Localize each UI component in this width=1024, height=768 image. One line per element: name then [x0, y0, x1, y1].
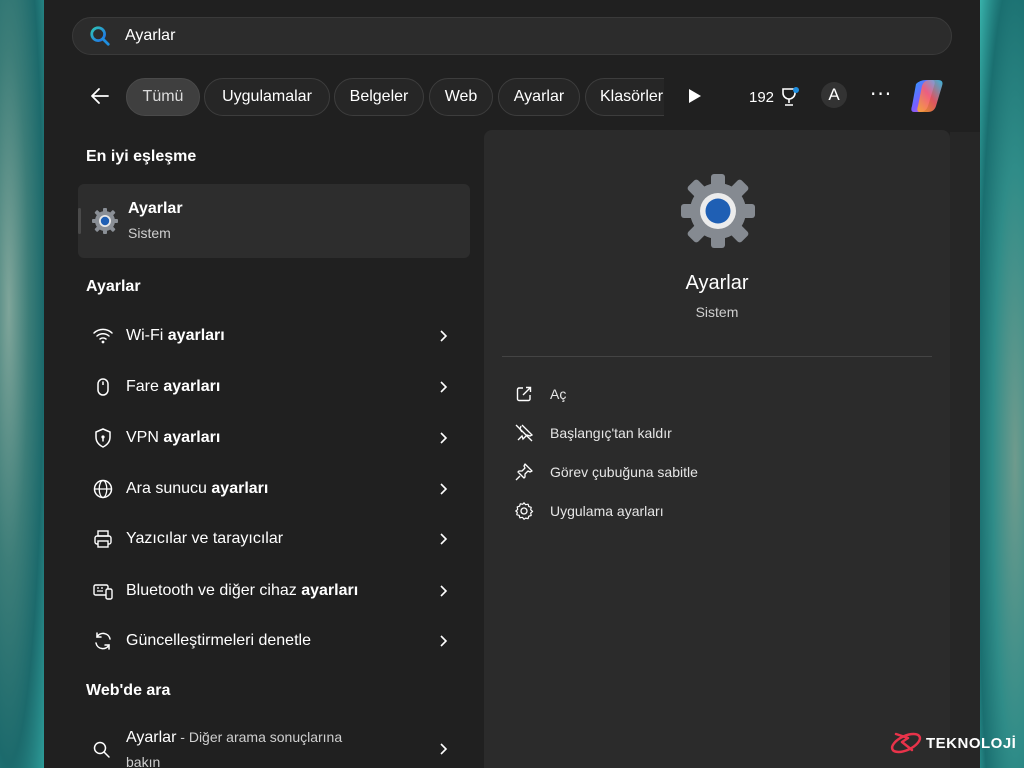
tab-all[interactable]: Tümü — [126, 78, 200, 116]
best-match-subtitle: Sistem — [128, 225, 171, 241]
detail-pane: Ayarlar Sistem Aç Başlangıç'tan kaldır G… — [484, 130, 950, 768]
tab-web[interactable]: Web — [429, 78, 493, 116]
action-label: Aç — [550, 386, 567, 402]
best-match-name: Ayarlar — [128, 200, 183, 217]
best-match-item[interactable]: Ayarlar Sistem — [78, 184, 470, 258]
chevron-right-icon — [440, 381, 448, 393]
settings-item-label: Wi-Fi ayarları — [126, 327, 225, 344]
action-open[interactable]: Aç — [514, 382, 566, 406]
action-label: Uygulama ayarları — [550, 503, 664, 519]
scroll-tabs-play-icon[interactable] — [686, 86, 704, 106]
tab-documents[interactable]: Belgeler — [334, 78, 424, 116]
detail-scroll-area — [950, 132, 980, 768]
trophy-icon — [782, 87, 800, 106]
settings-item-proxy[interactable]: Ara sunucu ayarları — [76, 467, 468, 511]
settings-gear-icon — [92, 208, 118, 234]
printer-icon — [94, 530, 112, 548]
web-search-item[interactable]: Ayarlar - Diğer arama sonuçlarına bakın — [76, 726, 468, 768]
chevron-right-icon — [440, 330, 448, 342]
web-search-heading: Web'de ara — [86, 682, 171, 699]
action-label: Başlangıç'tan kaldır — [550, 425, 672, 441]
tab-apps[interactable]: Uygulamalar — [204, 78, 330, 116]
desktop-wallpaper-right — [980, 0, 1024, 768]
filter-bar: Tümü Uygulamalar Belgeler Web Ayarlar Kl… — [44, 76, 980, 118]
search-icon — [93, 741, 110, 758]
watermark-logo-icon — [890, 732, 922, 754]
search-icon — [90, 26, 110, 46]
gear-icon — [515, 502, 534, 520]
settings-heading: Ayarlar — [86, 278, 141, 295]
more-options-icon[interactable]: ··· — [870, 82, 892, 106]
web-search-label: Ayarlar - Diğer arama sonuçlarına — [126, 729, 343, 746]
search-input[interactable] — [125, 27, 905, 45]
chevron-right-icon — [440, 635, 448, 647]
web-search-label-line2: bakın — [126, 754, 161, 768]
account-avatar[interactable]: A — [821, 82, 847, 108]
globe-icon — [93, 479, 113, 499]
pin-icon — [515, 463, 533, 481]
tab-folders[interactable]: Klasörler — [585, 78, 664, 116]
mouse-icon — [97, 378, 109, 396]
wifi-icon — [93, 328, 113, 344]
open-external-icon — [516, 386, 532, 402]
points-value: 192 — [749, 88, 775, 106]
action-app-settings[interactable]: Uygulama ayarları — [514, 499, 664, 523]
action-unpin-start[interactable]: Başlangıç'tan kaldır — [514, 421, 672, 445]
unpin-icon — [515, 424, 534, 442]
search-box[interactable] — [72, 17, 952, 55]
update-icon — [95, 632, 111, 650]
settings-item-vpn[interactable]: VPN ayarları — [76, 416, 468, 460]
settings-item-label: Bluetooth ve diğer cihaz ayarları — [126, 582, 359, 599]
chevron-right-icon — [440, 533, 448, 545]
action-pin-taskbar[interactable]: Görev çubuğuna sabitle — [514, 460, 698, 484]
chevron-right-icon — [440, 743, 448, 755]
chevron-right-icon — [440, 432, 448, 444]
settings-item-bluetooth[interactable]: Bluetooth ve diğer cihaz ayarları — [76, 569, 468, 613]
best-match-heading: En iyi eşleşme — [86, 148, 197, 165]
settings-item-updates[interactable]: Güncelleştirmeleri denetle — [76, 619, 468, 663]
settings-item-label: Güncelleştirmeleri denetle — [126, 632, 311, 649]
detail-subtitle: Sistem — [695, 304, 739, 320]
settings-item-label: Ara sunucu ayarları — [126, 480, 269, 497]
settings-item-label: VPN ayarları — [126, 429, 221, 446]
site-watermark: TEKNOLOJİ — [888, 726, 1016, 760]
copilot-icon[interactable] — [908, 78, 946, 114]
settings-item-mouse[interactable]: Fare ayarları — [76, 365, 468, 409]
desktop-wallpaper-left — [0, 0, 44, 768]
search-panel: Tümü Uygulamalar Belgeler Web Ayarlar Kl… — [44, 0, 980, 768]
settings-item-label: Yazıcılar ve tarayıcılar — [126, 530, 284, 547]
bluetooth-devices-icon — [93, 584, 113, 600]
chevron-right-icon — [440, 483, 448, 495]
settings-item-printers[interactable]: Yazıcılar ve tarayıcılar — [76, 517, 468, 561]
back-arrow-icon[interactable] — [88, 84, 112, 108]
rewards-points[interactable]: 192 — [749, 86, 800, 108]
tab-settings[interactable]: Ayarlar — [498, 78, 580, 116]
selection-indicator — [78, 208, 81, 234]
action-label: Görev çubuğuna sabitle — [550, 464, 698, 480]
watermark-text: TEKNOLOJİ — [926, 734, 1017, 752]
settings-item-label: Fare ayarları — [126, 378, 221, 395]
divider — [502, 356, 932, 357]
settings-app-icon — [681, 174, 755, 248]
chevron-right-icon — [440, 585, 448, 597]
vpn-shield-icon — [95, 428, 111, 448]
settings-item-wifi[interactable]: Wi-Fi ayarları — [76, 314, 468, 358]
detail-title: Ayarlar — [685, 272, 749, 294]
